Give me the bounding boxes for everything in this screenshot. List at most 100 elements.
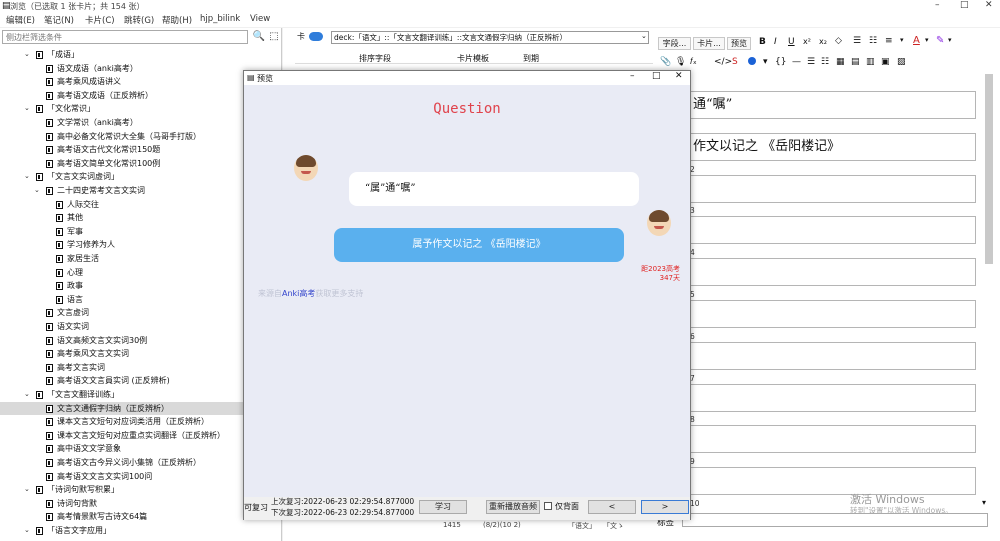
chevron-down-icon[interactable]: ⌄ [641, 32, 647, 40]
chevron-down-icon[interactable]: ▾ [925, 36, 929, 44]
menu-view[interactable]: View [250, 14, 270, 24]
chevron-down-icon[interactable]: ⌄ [34, 184, 40, 197]
close-button[interactable]: ✕ [675, 71, 683, 81]
tree-item[interactable]: 其他 [0, 211, 281, 225]
search-icon[interactable]: 🔍 [252, 30, 266, 44]
field-editor[interactable] [690, 425, 976, 454]
preview-window[interactable]: ▤ 预览 – □ ✕ Question “属”通“嘱” 属予作文以记之 《岳阳楼… [243, 70, 691, 520]
learn-button[interactable]: 学习 [419, 500, 467, 514]
chevron-down-icon[interactable]: ▾ [948, 36, 952, 44]
tree-item[interactable]: 语文高频文言文实词30例 [0, 334, 281, 348]
field-editor[interactable] [690, 467, 976, 496]
close-button[interactable]: ✕ [985, 0, 993, 10]
menu-edit[interactable]: 编辑(E) [6, 14, 35, 26]
ordered-list-icon[interactable]: ☷ [821, 57, 829, 67]
field-editor[interactable] [690, 258, 976, 287]
tree-item[interactable]: 高考乘风文言文实词 [0, 347, 281, 361]
tree-group[interactable]: ⌄ 「语言文字应用」 [0, 524, 281, 538]
minimize-button[interactable]: – [935, 0, 940, 10]
align-right-icon[interactable]: ▣ [881, 57, 890, 67]
html-editor-icon[interactable]: </> [714, 57, 732, 67]
tree-item[interactable]: 文言文通假字归纳（正反辨析） [0, 401, 281, 416]
list-icon[interactable]: ☰ [807, 57, 815, 67]
tree-item[interactable]: 高考语文古今异义词小集锦（正反辨析） [0, 456, 281, 470]
tree-item[interactable]: 学习修养为人 [0, 238, 281, 252]
tree-item[interactable]: 语文实词 [0, 320, 281, 334]
tree-group[interactable]: ⌄ 「文言文实词虚词」 [0, 170, 281, 184]
align-icon[interactable]: ≡ [885, 36, 893, 46]
eraser-icon[interactable]: ◇ [835, 36, 842, 46]
tree-item[interactable]: 高考语文简单文化常识100例 [0, 157, 281, 171]
menu-help[interactable]: 帮助(H) [162, 14, 192, 26]
tree-item[interactable]: 心理 [0, 266, 281, 280]
fields-button[interactable]: 字段... [658, 37, 691, 50]
color-dot-icon[interactable] [748, 57, 756, 65]
justify-icon[interactable]: ▧ [897, 57, 906, 67]
tree-item[interactable]: 高考语文古代文化常识150题 [0, 143, 281, 157]
subscript-icon[interactable]: x₂ [819, 37, 827, 46]
tree-item[interactable]: 语文成语（anki高考） [0, 62, 281, 76]
field-editor[interactable] [690, 174, 976, 203]
tree-item[interactable]: 高考语文文言員实词 (正反辨析) [0, 374, 281, 388]
search-input[interactable]: deck:「语文」::「文言文翻译训练」::文言文通假字归纳（正反辨析） [331, 31, 649, 44]
tree-item[interactable]: 军事 [0, 225, 281, 239]
table-row[interactable]: 1415 (8/2)(10 2) 「语文」 「文ゝ [443, 521, 655, 533]
replay-audio-button[interactable]: 重新播放音频 [486, 500, 540, 514]
tree-item[interactable]: 人际交往 [0, 198, 281, 212]
tree-item[interactable]: 高考情景默写古诗文64篇 [0, 510, 281, 524]
chevron-down-icon[interactable]: ⌄ [24, 48, 30, 61]
tree-group[interactable]: ⌄ 「诗词句默写积累」 [0, 483, 281, 497]
field-editor[interactable] [690, 341, 976, 370]
field-editor[interactable]: 通“嘱” [690, 91, 976, 119]
toggle-switch[interactable] [309, 32, 323, 41]
tree-item[interactable]: 高考语文文言文实词100问 [0, 470, 281, 484]
menu-bilink[interactable]: hjp_bilink [200, 14, 240, 24]
field-editor[interactable]: 作文以记之 《岳阳楼记》 [690, 132, 976, 161]
back-only-checkbox[interactable] [544, 502, 552, 510]
tree-item[interactable]: 诗词句背默 [0, 497, 281, 511]
tree-item[interactable]: 高中必备文化常识大全集（马哥手打版） [0, 130, 281, 144]
field-editor[interactable] [690, 300, 976, 328]
tree-group[interactable]: ⌄ 「文言文翻译训练」 [0, 388, 281, 402]
chevron-down-icon[interactable]: ⌄ [24, 388, 30, 401]
tree-group[interactable]: ⌄ 「文化常识」 [0, 102, 281, 116]
attach-icon[interactable]: 📎 [660, 57, 671, 67]
select-tool-icon[interactable]: ⬚ [267, 30, 281, 44]
braces-icon[interactable]: {} [775, 57, 786, 67]
highlight-icon[interactable]: ✎ [936, 35, 944, 46]
field-editor[interactable] [690, 216, 976, 245]
mode-toggle[interactable]: 卡 [297, 31, 324, 43]
tree-item[interactable]: 课本文言文短句对应重点实词翻译（正反辨析） [0, 429, 281, 443]
tree-group[interactable]: ⌄ 「成语」 [0, 48, 281, 62]
cards-button[interactable]: 卡片... [693, 37, 725, 50]
field-editor[interactable] [690, 383, 976, 412]
tree-item[interactable]: 高中语文文学意象 [0, 442, 281, 456]
chevron-down-icon[interactable]: ⌄ [24, 524, 30, 537]
underline-icon[interactable]: U [788, 37, 795, 47]
align-left-icon[interactable]: ▤ [851, 57, 860, 67]
tree-item[interactable]: 高考乘风成语讲义 [0, 75, 281, 89]
menu-go[interactable]: 跳转(G) [124, 14, 154, 26]
align-center-icon[interactable]: ▥ [866, 57, 875, 67]
tree-item[interactable]: 文学常识（anki高考） [0, 116, 281, 130]
tree-item[interactable]: 课本文言文短句对应词类活用（正反辨析） [0, 415, 281, 429]
column-card-template[interactable]: 卡片模板 [457, 53, 489, 64]
horizontal-rule-icon[interactable]: — [792, 57, 801, 67]
chevron-down-icon[interactable]: ⌄ [24, 102, 30, 115]
italic-icon[interactable]: I [774, 37, 777, 47]
numbered-list-icon[interactable]: ☷ [869, 36, 877, 46]
tree-item[interactable]: 高考文言实词 [0, 361, 281, 375]
formula-icon[interactable]: 𝑓ₓ [690, 57, 697, 67]
tree-item[interactable]: 家居生活 [0, 252, 281, 266]
chevron-down-icon[interactable]: ⌄ [24, 483, 30, 496]
maximize-button[interactable]: □ [960, 0, 969, 10]
strike-icon[interactable]: S [732, 57, 738, 67]
scroll-down-icon[interactable]: ▾ [982, 498, 986, 507]
source-link[interactable]: 来源自Anki高考获取更多支持 [258, 288, 363, 299]
tree-item[interactable]: 语言 [0, 293, 281, 307]
text-color-icon[interactable]: A [913, 35, 920, 46]
superscript-icon[interactable]: x² [803, 37, 811, 46]
dropdown-icon[interactable]: ▾ [763, 57, 768, 67]
prev-button[interactable]: < [588, 500, 636, 514]
scrollbar[interactable] [985, 74, 993, 264]
